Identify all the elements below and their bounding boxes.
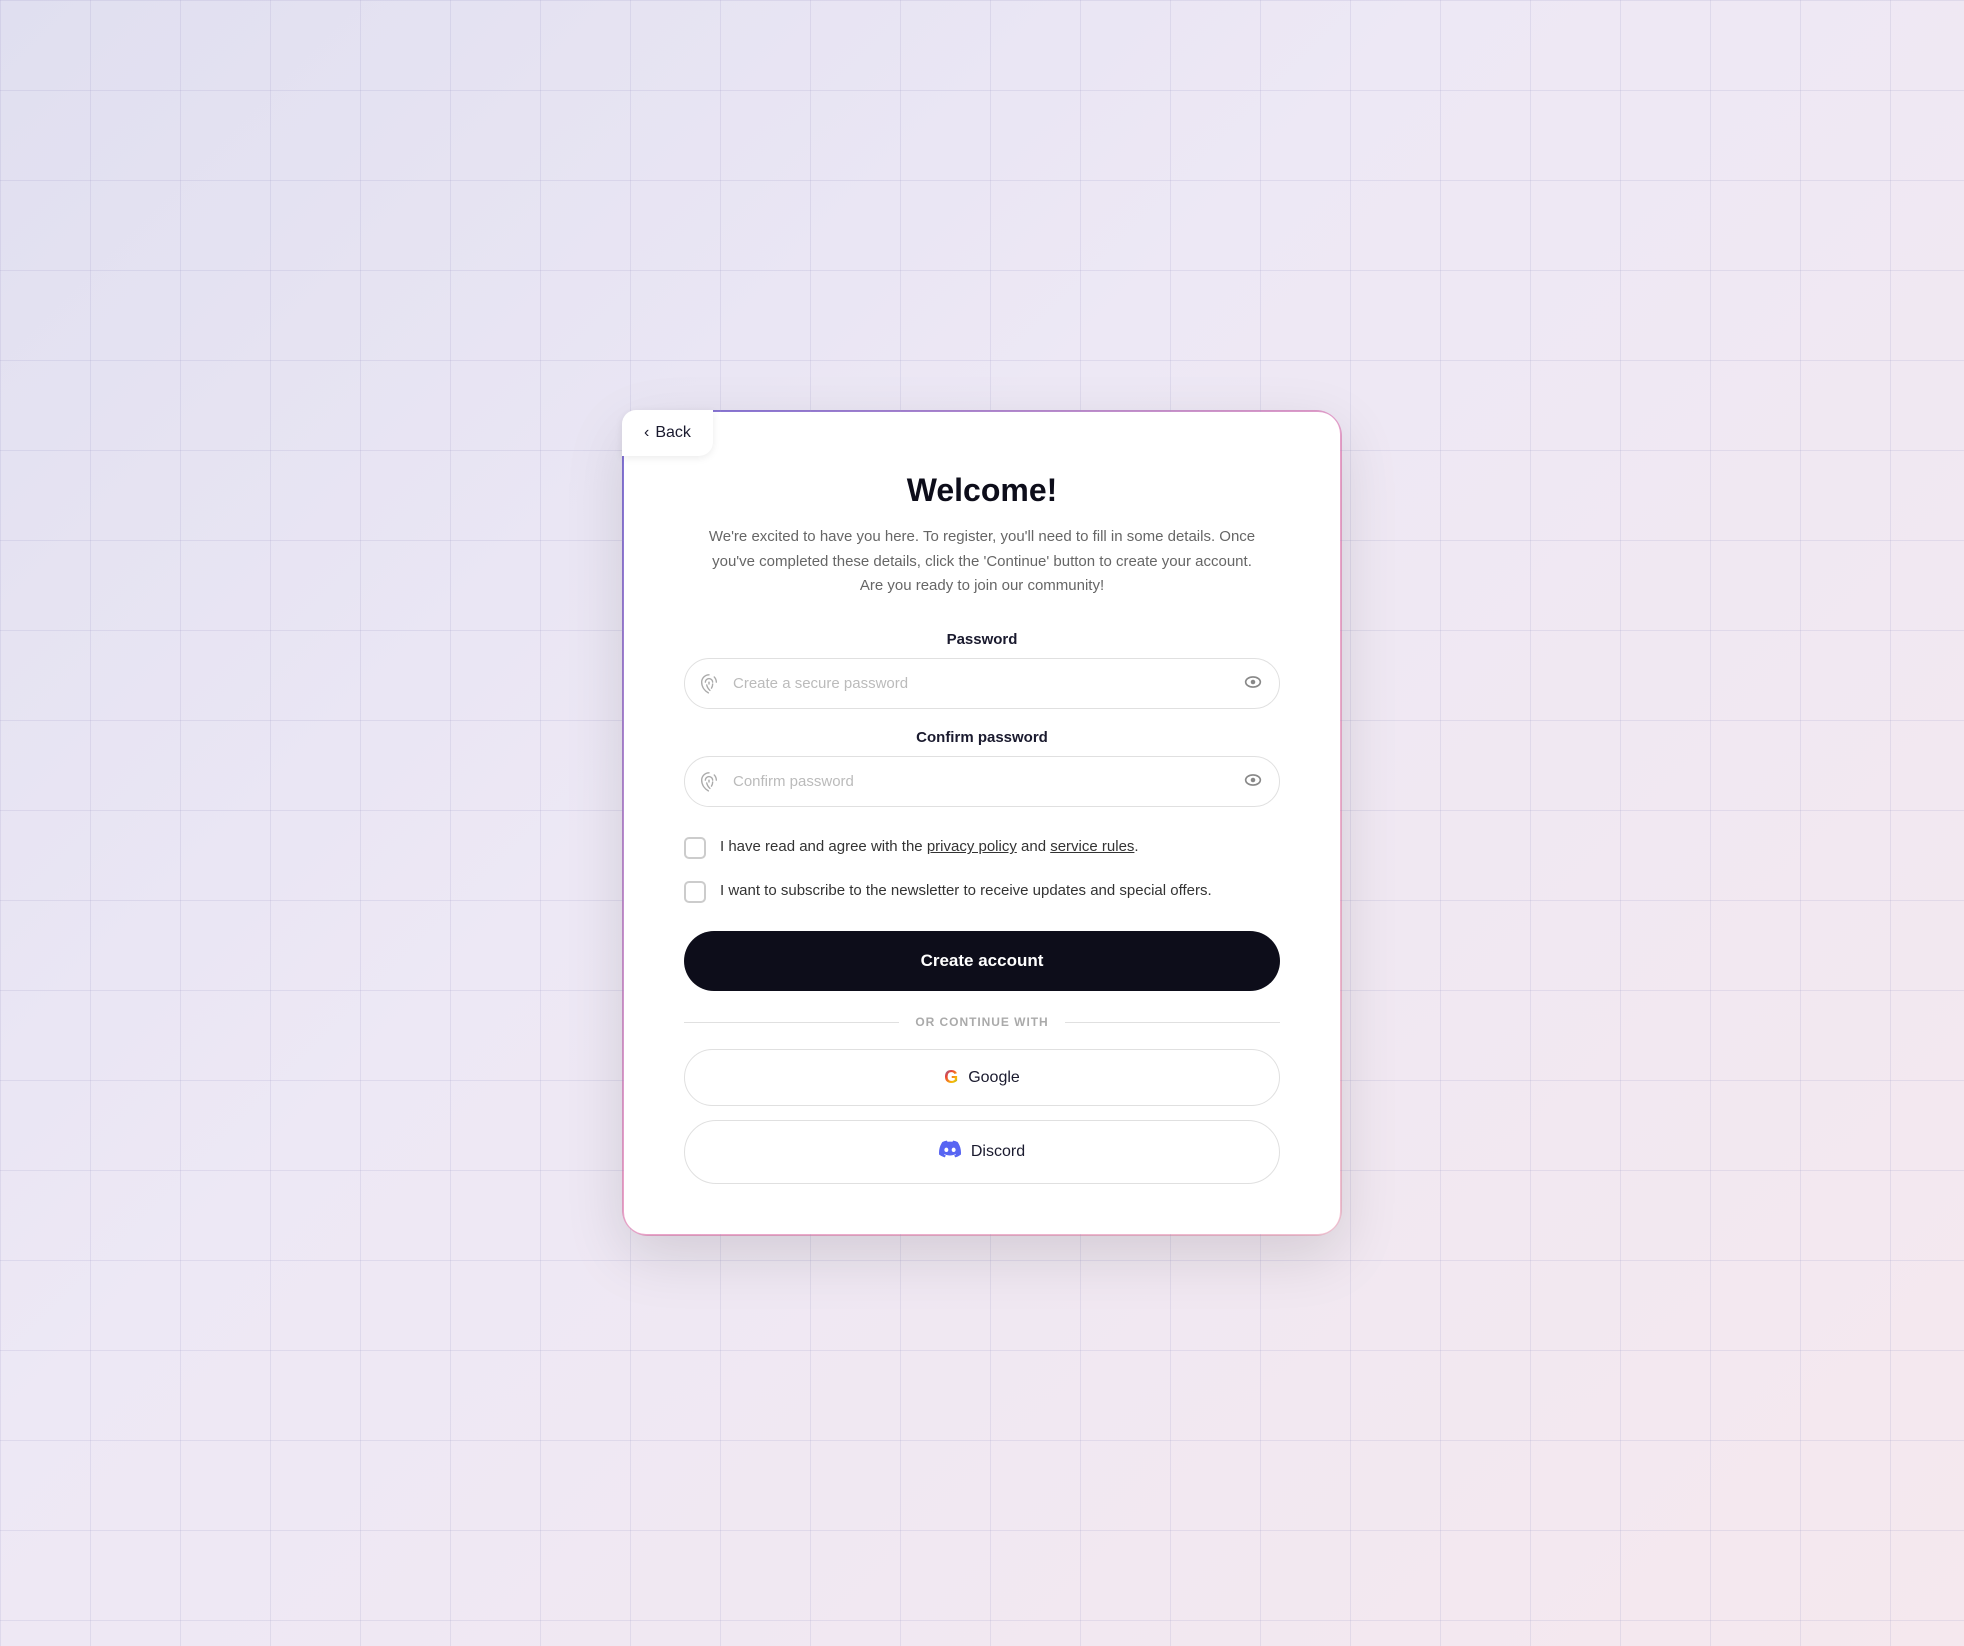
page-subtitle: We're excited to have you here. To regis… (702, 525, 1262, 599)
fingerprint-icon-2 (698, 771, 720, 793)
divider-line-left (684, 1022, 899, 1023)
privacy-policy-link[interactable]: privacy policy (927, 838, 1017, 855)
newsletter-checkbox[interactable] (684, 881, 706, 903)
password-input[interactable] (684, 658, 1280, 709)
newsletter-checkbox-row: I want to subscribe to the newsletter to… (684, 879, 1280, 903)
show-password-icon[interactable] (1242, 671, 1264, 697)
divider-line-right (1065, 1022, 1280, 1023)
confirm-field-group: Confirm password (684, 729, 1280, 807)
privacy-label: I have read and agree with the privacy p… (720, 835, 1139, 858)
discord-label: Discord (971, 1143, 1025, 1161)
google-icon: G (944, 1067, 958, 1088)
privacy-checkbox-row: I have read and agree with the privacy p… (684, 835, 1280, 859)
discord-button[interactable]: Discord (684, 1120, 1280, 1184)
checkbox-section: I have read and agree with the privacy p… (684, 835, 1280, 903)
social-divider: OR CONTINUE WITH (684, 1015, 1280, 1029)
card-header: Welcome! We're excited to have you here.… (684, 472, 1280, 599)
divider-text: OR CONTINUE WITH (915, 1015, 1048, 1029)
page-title: Welcome! (684, 472, 1280, 509)
service-rules-link[interactable]: service rules (1050, 838, 1134, 855)
discord-icon (939, 1138, 961, 1166)
create-account-button[interactable]: Create account (684, 931, 1280, 991)
password-label: Password (684, 631, 1280, 648)
back-label: Back (655, 424, 691, 442)
chevron-left-icon: ‹ (644, 424, 649, 442)
back-button[interactable]: ‹ Back (622, 410, 713, 456)
main-card: Welcome! We're excited to have you here.… (622, 410, 1342, 1236)
show-confirm-password-icon[interactable] (1242, 769, 1264, 795)
google-button[interactable]: G Google (684, 1049, 1280, 1106)
card-wrapper: ‹ Back Welcome! We're excited to have yo… (622, 410, 1342, 1236)
confirm-input-wrapper (684, 756, 1280, 807)
password-field-group: Password (684, 631, 1280, 709)
confirm-label: Confirm password (684, 729, 1280, 746)
newsletter-label: I want to subscribe to the newsletter to… (720, 879, 1212, 902)
privacy-checkbox[interactable] (684, 837, 706, 859)
google-label: Google (968, 1069, 1020, 1087)
confirm-password-input[interactable] (684, 756, 1280, 807)
fingerprint-icon (698, 673, 720, 695)
password-input-wrapper (684, 658, 1280, 709)
